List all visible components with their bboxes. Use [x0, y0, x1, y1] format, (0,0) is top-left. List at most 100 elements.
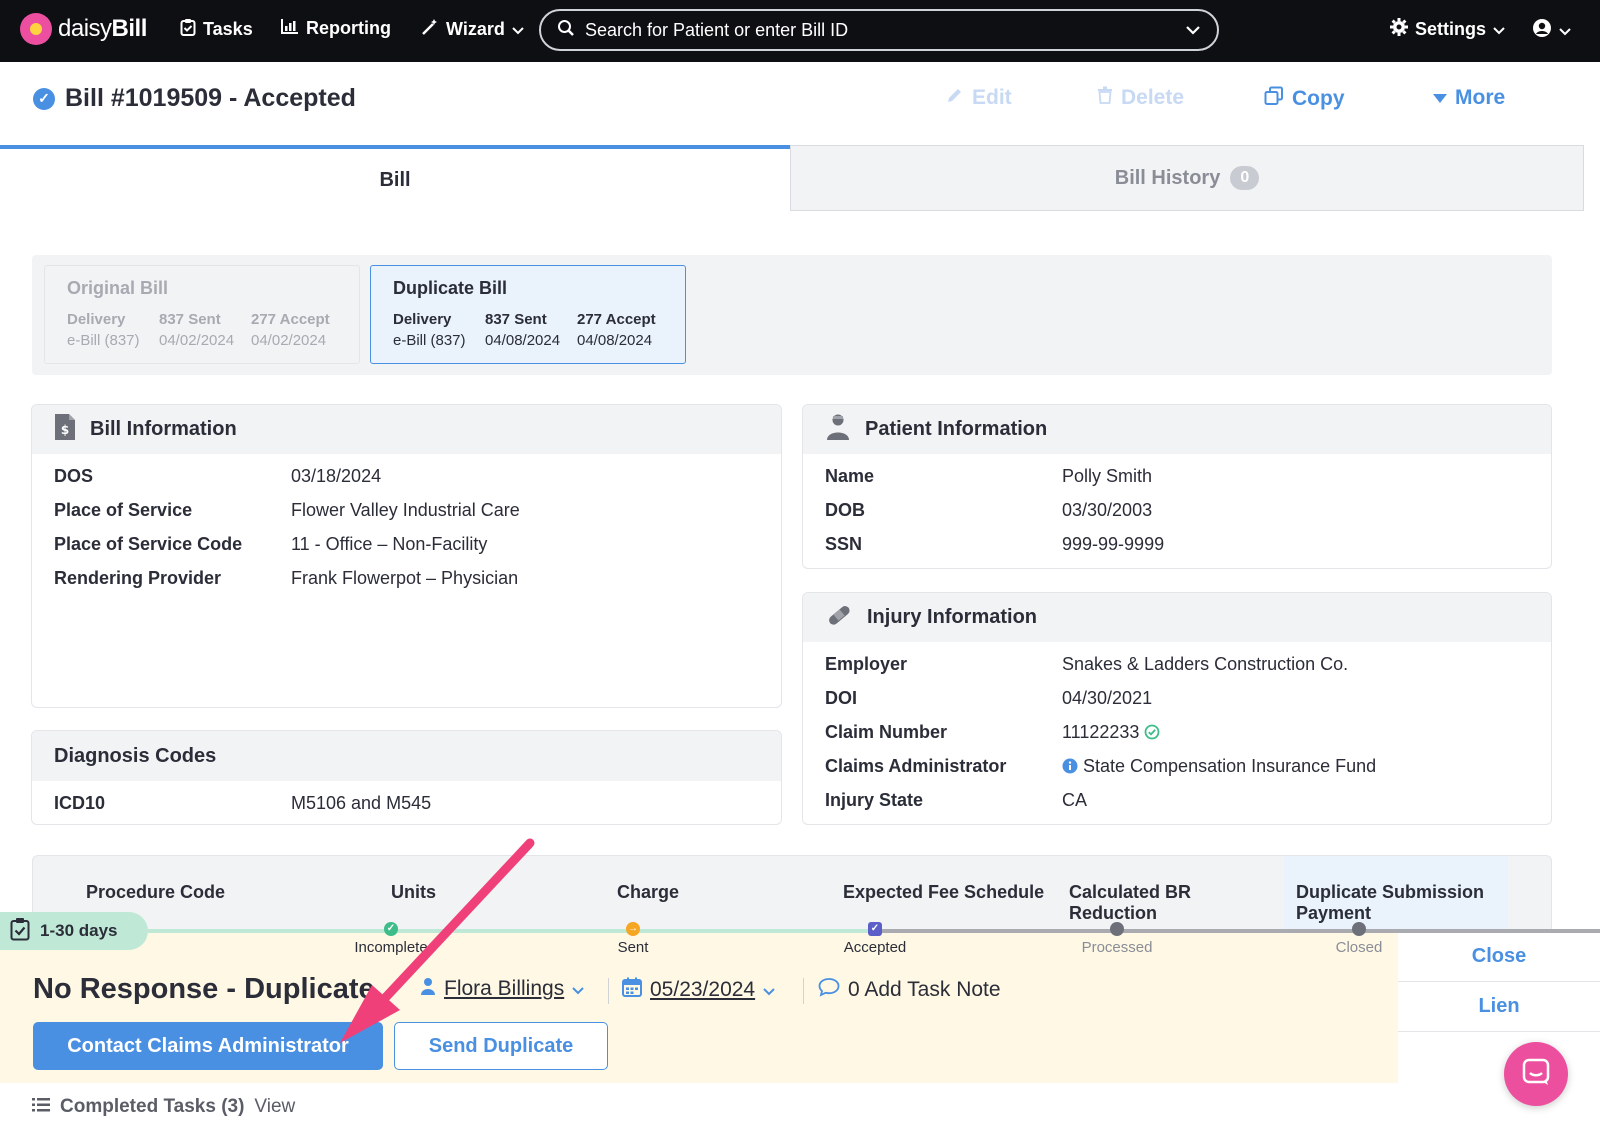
delivery-header: Delivery	[67, 311, 126, 328]
delete-button[interactable]: Delete	[1097, 86, 1184, 110]
sent-header: 837 Sent	[485, 311, 547, 328]
row-value: M5106 and M545	[291, 793, 432, 813]
info-circle-icon	[1062, 756, 1078, 776]
row-value: Snakes & Ladders Construction Co.	[1062, 654, 1349, 674]
accept-header: 277 Accept	[577, 311, 656, 328]
nav-settings[interactable]: Settings	[1390, 18, 1505, 41]
step-closed: Closed	[1299, 922, 1419, 956]
add-task-note-link[interactable]: 0 Add Task Note	[818, 977, 1001, 1003]
chevron-down-icon	[1493, 19, 1505, 40]
bill-information-card: $ Bill Information DOS 03/18/2024 Place o…	[31, 404, 782, 708]
patient-search-input[interactable]: Search for Patient or enter Bill ID	[539, 9, 1219, 51]
divider	[803, 978, 804, 1004]
row-label: Employer	[825, 654, 908, 674]
due-date-dropdown[interactable]: 05/23/2024	[622, 977, 775, 1003]
gear-icon	[1390, 18, 1408, 41]
row-label: Place of Service	[54, 500, 193, 520]
completed-tasks-label: Completed Tasks (3)	[60, 1096, 245, 1117]
diagnosis-codes-title: Diagnosis Codes	[54, 744, 217, 767]
step-label: Closed	[1335, 939, 1383, 956]
history-count-badge: 0	[1230, 166, 1260, 190]
nav-settings-label: Settings	[1415, 19, 1487, 39]
chevron-down-icon[interactable]	[1185, 19, 1201, 40]
step-incomplete: ✓ Incomplete	[331, 922, 451, 956]
card-header: Patient Information	[803, 405, 1551, 454]
original-bill-card[interactable]: Original Bill Delivery 837 Sent 277 Acce…	[44, 265, 360, 364]
assignee-dropdown[interactable]: Flora Billings	[420, 977, 584, 1001]
bill-information-title: Bill Information	[90, 418, 237, 440]
row-value: 04/30/2021	[1062, 688, 1153, 708]
row-value: 11122233	[1062, 722, 1160, 743]
magic-wand-icon	[421, 18, 439, 41]
arrow-right-icon: →	[626, 922, 640, 936]
user-menu[interactable]	[1532, 18, 1571, 43]
send-duplicate-button[interactable]: Send Duplicate	[394, 1022, 608, 1070]
task-title: No Response - Duplicate	[33, 973, 375, 1005]
claims-administrator-link[interactable]: State Compensation Insurance Fund	[1062, 756, 1376, 777]
close-task-link[interactable]: Close	[1398, 932, 1600, 982]
patient-information-title: Patient Information	[865, 418, 1048, 440]
lien-link[interactable]: Lien	[1398, 982, 1600, 1032]
row-label: Injury State	[825, 790, 924, 810]
task-side-actions: Close Lien	[1398, 932, 1600, 1083]
tab-bill[interactable]: Bill	[0, 145, 790, 211]
row-label: DOS	[54, 466, 94, 486]
row-label: DOI	[825, 688, 858, 708]
step-accepted: ✓ Accepted	[815, 922, 935, 956]
row-value: Frank Flowerpot – Physician	[291, 568, 519, 588]
daisybill-logo[interactable]: daisyBill	[20, 13, 147, 45]
contact-claims-administrator-button[interactable]: Contact Claims Administrator	[33, 1022, 383, 1070]
claim-number-value: 11122233	[1062, 722, 1140, 742]
nav-wizard-label: Wizard	[446, 19, 505, 39]
row-label: Place of Service Code	[54, 534, 243, 554]
charge-header: Charge	[617, 882, 680, 902]
nav-tasks-label: Tasks	[203, 19, 253, 39]
original-bill-title: Original Bill	[67, 278, 169, 298]
delivery-value: e-Bill (837)	[67, 332, 140, 349]
copy-icon	[1264, 86, 1284, 112]
chat-launcher-button[interactable]	[1504, 1042, 1568, 1106]
edit-button[interactable]: Edit	[946, 86, 1012, 110]
nav-wizard[interactable]: Wizard	[421, 18, 524, 41]
brand-suffix: Bill	[111, 15, 148, 42]
duplicate-bill-title: Duplicate Bill	[393, 278, 508, 298]
user-circle-icon	[1532, 18, 1552, 43]
calendar-icon	[622, 977, 642, 1003]
caret-down-icon	[1433, 86, 1447, 110]
patient-information-card: Patient Information Name Polly Smith DOB 0…	[802, 404, 1552, 569]
row-value: CA	[1062, 790, 1088, 810]
nav-reporting[interactable]: Reporting	[281, 18, 391, 39]
check-icon: ✓	[384, 922, 398, 936]
tab-bill-history[interactable]: Bill History 0	[790, 145, 1584, 211]
delivery-value: e-Bill (837)	[393, 332, 466, 349]
card-header: Diagnosis Codes	[32, 731, 781, 781]
card-header: Injury Information	[803, 593, 1551, 642]
dot-icon	[1352, 922, 1366, 936]
chevron-down-icon	[763, 978, 775, 1002]
row-label: ICD10	[54, 793, 106, 813]
expected-fee-schedule-header: Expected Fee Schedule	[843, 882, 1045, 902]
row-value: 03/30/2003	[1062, 500, 1153, 520]
tab-history-label: Bill History	[1114, 166, 1221, 189]
copy-button[interactable]: Copy	[1264, 86, 1345, 112]
nav-tasks[interactable]: Tasks	[180, 18, 253, 41]
accept-value: 04/02/2024	[251, 332, 327, 349]
step-sent: → Sent	[573, 922, 693, 956]
top-navbar: daisyBill Tasks Reporting Wizard Search …	[0, 0, 1600, 62]
assignee-name: Flora Billings	[444, 977, 565, 1000]
pencil-icon	[946, 86, 964, 110]
list-icon	[32, 1096, 50, 1118]
copy-label: Copy	[1292, 87, 1345, 110]
checkbox-icon: ✓	[868, 922, 882, 936]
due-date-value: 05/23/2024	[650, 978, 756, 1001]
units-header: Units	[391, 882, 436, 902]
br-reduction-header: Calculated BR Reduction	[1069, 882, 1192, 923]
search-placeholder: Search for Patient or enter Bill ID	[585, 19, 849, 40]
view-completed-link[interactable]: View	[254, 1096, 295, 1118]
page-title: ✓ Bill #1019509 - Accepted	[33, 84, 356, 113]
duplicate-bill-card[interactable]: Duplicate Bill Delivery 837 Sent 277 Acc…	[370, 265, 686, 364]
nav-reporting-label: Reporting	[306, 18, 391, 38]
more-button[interactable]: More	[1433, 86, 1505, 110]
completed-tasks-toggle[interactable]: Completed Tasks (3) View	[32, 1096, 295, 1118]
task-age-label: 1-30 days	[40, 921, 118, 940]
